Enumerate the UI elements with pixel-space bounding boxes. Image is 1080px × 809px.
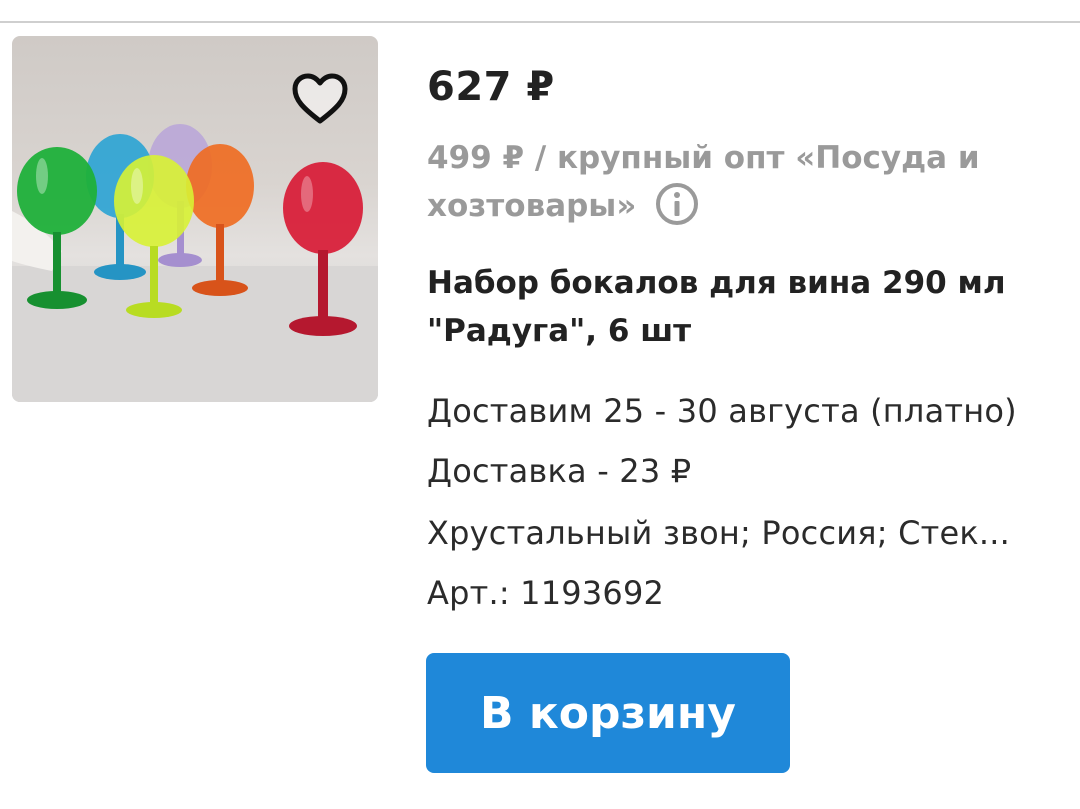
- delivery-dates: Доставим 25 - 30 августа (платно): [427, 392, 1017, 430]
- add-to-cart-button[interactable]: В корзину: [426, 653, 790, 773]
- info-icon[interactable]: [655, 182, 699, 226]
- price: 627 ₽: [427, 64, 555, 110]
- delivery-cost: Доставка - 23 ₽: [427, 452, 692, 490]
- article-number: Арт.: 1193692: [427, 574, 665, 612]
- product-title[interactable]: Набор бокалов для вина 290 мл "Радуга", …: [427, 259, 1047, 355]
- top-divider: [0, 21, 1080, 23]
- favorite-button[interactable]: [288, 70, 352, 128]
- wholesale-price-text: 499 ₽ / крупный опт «Посуда и хозтовары»: [427, 140, 980, 224]
- heart-outline-icon: [292, 73, 348, 124]
- wholesale-price: 499 ₽ / крупный опт «Посуда и хозтовары»: [427, 134, 987, 230]
- product-attributes: Хрустальный звон; Россия; Стек...: [427, 514, 1010, 552]
